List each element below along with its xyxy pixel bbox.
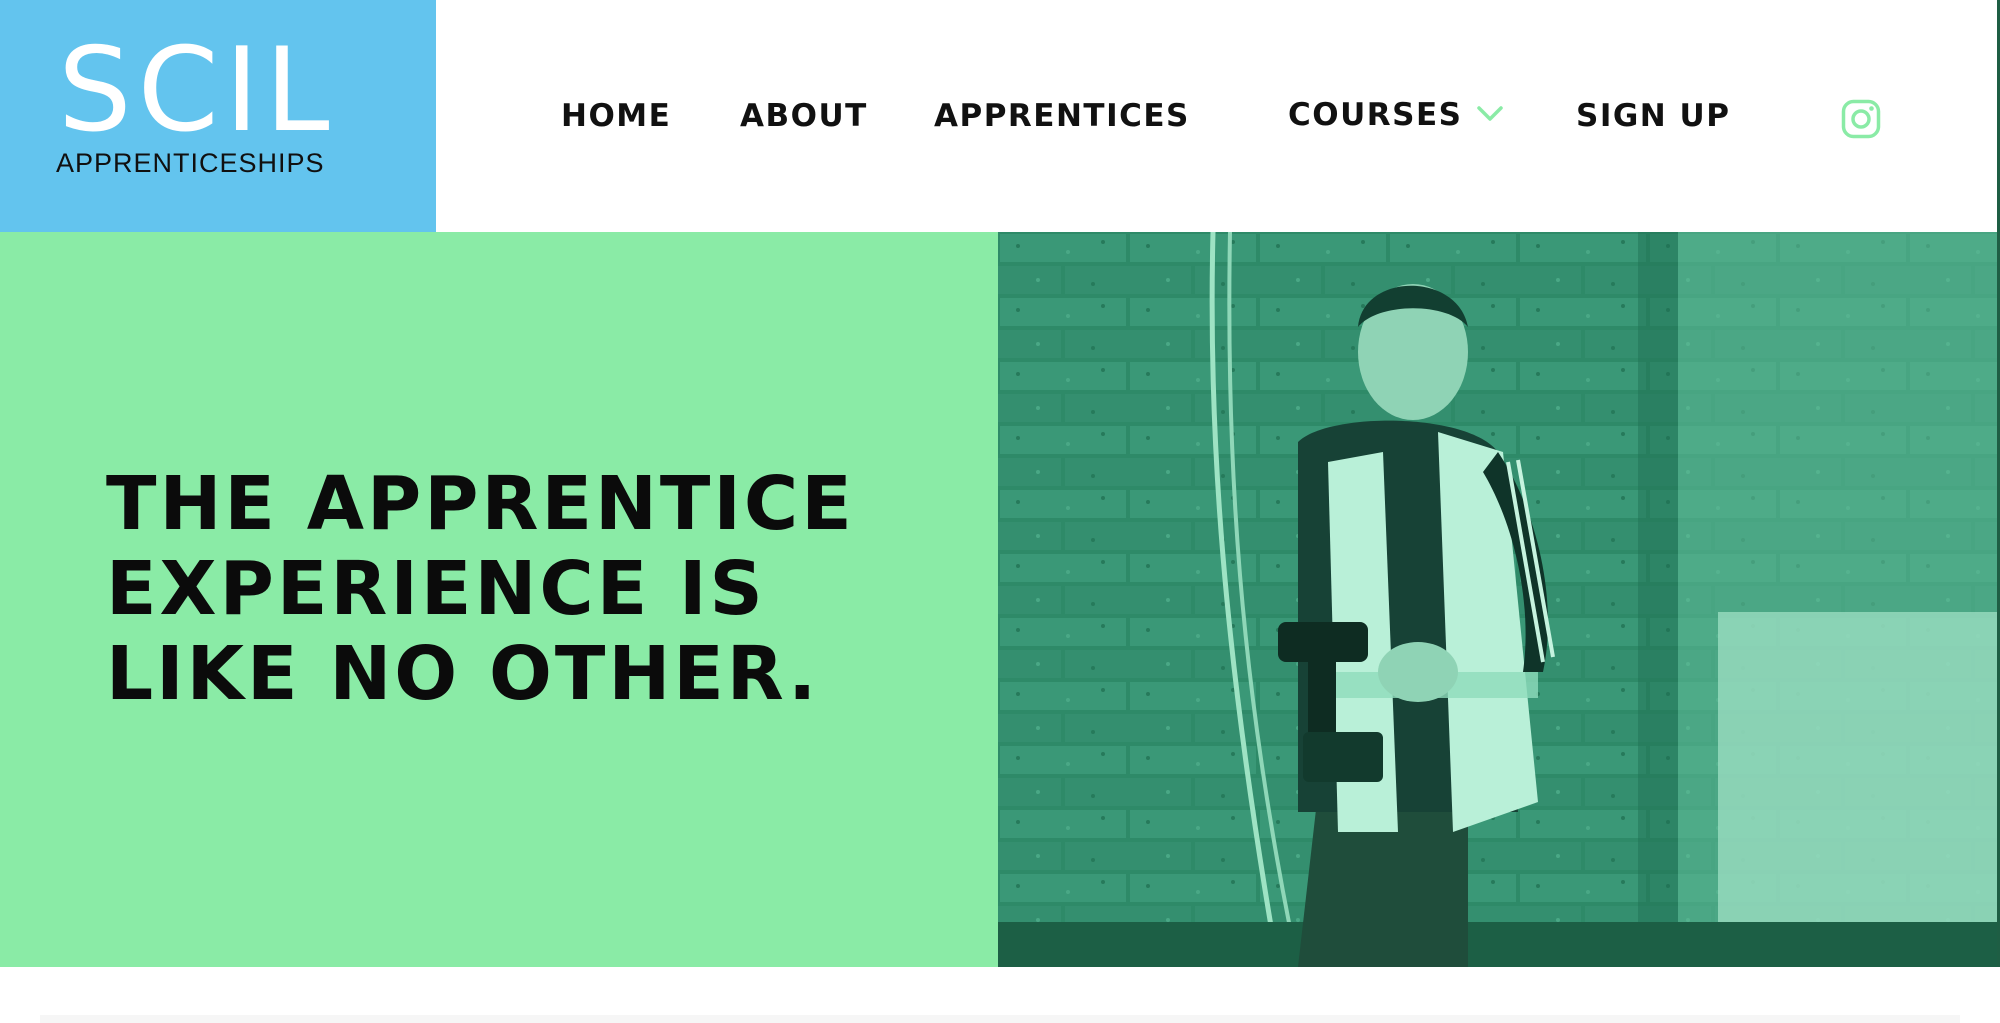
nav-about[interactable]: ABOUT — [740, 96, 868, 136]
next-section-shadow — [40, 1015, 1960, 1023]
hero-photo — [998, 232, 1997, 967]
instagram-icon[interactable] — [1841, 99, 1881, 139]
hero-title-line: THE APPRENTICE — [106, 461, 855, 547]
nav-courses[interactable]: COURSES — [1288, 95, 1462, 135]
site-header: SCIL APPRENTICESHIPS HOME ABOUT APPRENTI… — [0, 0, 2000, 232]
nav-sign-up[interactable]: SIGN UP — [1576, 96, 1730, 136]
hero-title: THE APPRENTICE EXPERIENCE IS LIKE NO OTH… — [106, 462, 966, 717]
logo-mark: SCIL — [58, 23, 336, 158]
nav-home[interactable]: HOME — [561, 96, 671, 136]
nav-apprentices[interactable]: APPRENTICES — [934, 96, 1190, 136]
logo-subtitle: APPRENTICESHIPS — [56, 148, 325, 178]
logo[interactable]: SCIL APPRENTICESHIPS — [0, 0, 436, 232]
hero-title-line: LIKE NO OTHER. — [106, 631, 820, 717]
apprentice-photo-illustration — [998, 232, 1997, 967]
chevron-down-icon[interactable] — [1476, 104, 1504, 124]
hero-title-line: EXPERIENCE IS — [106, 546, 766, 632]
